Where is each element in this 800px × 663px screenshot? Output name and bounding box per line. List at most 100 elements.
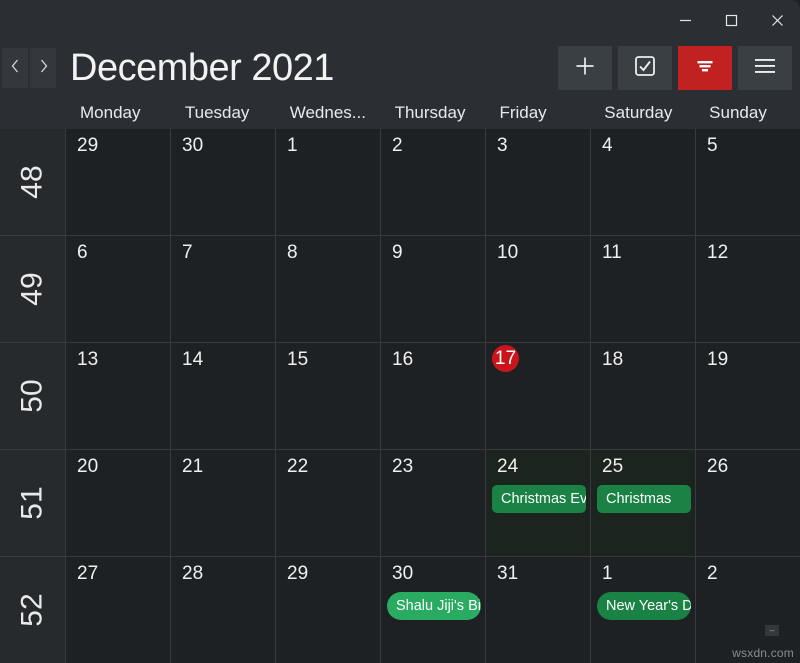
day-number: 9 <box>392 242 403 263</box>
day-cell[interactable]: 6 <box>66 236 171 342</box>
week-number-cell[interactable]: 50 <box>0 343 65 450</box>
chevron-right-icon <box>38 58 49 79</box>
day-cell[interactable]: 19 <box>696 343 800 449</box>
day-cell[interactable]: 18 <box>591 343 696 449</box>
day-cell[interactable]: 12 <box>696 236 800 342</box>
week-row: 29 30 1 2 3 4 5 <box>66 129 800 236</box>
day-cell[interactable]: 10 <box>486 236 591 342</box>
weekday-header-row: Monday Tuesday Wednes... Thursday Friday… <box>0 96 800 129</box>
maximize-icon <box>725 14 738 27</box>
day-cell[interactable]: 28 <box>171 557 276 663</box>
week-number-label: 49 <box>15 272 49 306</box>
event-chip[interactable]: Christmas Ev <box>492 485 586 513</box>
day-events: Shalu Jiji's Bi <box>381 592 485 620</box>
day-number: 30 <box>392 563 414 584</box>
tasks-button[interactable] <box>618 46 672 90</box>
title-bar-drag-area[interactable] <box>0 0 662 40</box>
day-cell[interactable]: 9 <box>381 236 486 342</box>
weekday-header-saturday: Saturday <box>604 102 673 122</box>
day-cell[interactable]: 7 <box>171 236 276 342</box>
day-cell[interactable]: 8 <box>276 236 381 342</box>
day-cell[interactable]: 5 <box>696 129 800 235</box>
day-cell[interactable]: 13 <box>66 343 171 449</box>
day-cell[interactable]: 4 <box>591 129 696 235</box>
day-number: 23 <box>392 456 414 477</box>
month-navigation <box>2 48 58 88</box>
day-cell[interactable]: 21 <box>171 450 276 556</box>
filter-button[interactable] <box>678 46 732 90</box>
day-number: 26 <box>707 456 729 477</box>
event-chip[interactable]: Shalu Jiji's Bi <box>387 592 481 620</box>
day-cell[interactable]: 2 <box>381 129 486 235</box>
menu-button[interactable] <box>738 46 792 90</box>
day-number: 29 <box>77 135 99 156</box>
filter-icon <box>694 55 716 82</box>
day-number: 2 <box>392 135 403 156</box>
day-cell[interactable]: 25 Christmas <box>591 450 696 556</box>
day-number: 15 <box>287 349 309 370</box>
watermark: wsxdn.com <box>732 646 794 660</box>
title-bar <box>0 0 800 40</box>
day-cell[interactable]: 1 <box>276 129 381 235</box>
minimize-icon <box>679 14 692 27</box>
weekday-header-friday: Friday <box>499 102 547 122</box>
day-cell[interactable]: 24 Christmas Ev <box>486 450 591 556</box>
checkbox-icon <box>634 55 656 82</box>
week-number-label: 50 <box>15 379 49 413</box>
day-number: 2 <box>707 563 718 584</box>
day-cell[interactable]: 26 <box>696 450 800 556</box>
chevron-left-icon <box>10 58 21 79</box>
month-title[interactable]: December 2021 <box>70 49 334 87</box>
day-cell[interactable]: 16 <box>381 343 486 449</box>
day-cell[interactable]: 29 <box>66 129 171 235</box>
weekday-header-wednesday: Wednes... <box>289 102 366 122</box>
week-number-label: 51 <box>15 486 49 520</box>
previous-month-button[interactable] <box>2 48 28 88</box>
weekday-header-tuesday: Tuesday <box>184 102 250 122</box>
day-cell[interactable]: 17 <box>486 343 591 449</box>
event-chip[interactable]: Christmas <box>597 485 691 513</box>
add-event-button[interactable] <box>558 46 612 90</box>
day-number: 30 <box>182 135 204 156</box>
day-cell[interactable]: 30 <box>171 129 276 235</box>
day-number: 1 <box>287 135 298 156</box>
next-month-button[interactable] <box>30 48 56 88</box>
week-number-cell[interactable]: 52 <box>0 557 65 663</box>
day-cell[interactable]: 29 <box>276 557 381 663</box>
day-cell[interactable]: 15 <box>276 343 381 449</box>
day-number: 28 <box>182 563 204 584</box>
day-cell[interactable]: 30 Shalu Jiji's Bi <box>381 557 486 663</box>
day-number: 31 <box>497 563 519 584</box>
day-cell[interactable]: 20 <box>66 450 171 556</box>
close-button[interactable] <box>754 0 800 40</box>
day-number: 11 <box>602 242 622 263</box>
day-cell[interactable]: 3 <box>486 129 591 235</box>
day-number: 29 <box>287 563 309 584</box>
day-cell[interactable]: 27 <box>66 557 171 663</box>
week-number-cell[interactable]: 48 <box>0 129 65 236</box>
day-cell[interactable]: 1 New Year's D <box>591 557 696 663</box>
week-rows-container: 29 30 1 2 3 4 5 6 7 8 9 10 11 12 13 14 15 16 17 18 19 20 21 22 2… <box>66 129 800 663</box>
week-row: 20 21 22 23 24 Christmas Ev 25 Christmas 26 <box>66 450 800 557</box>
resize-grip[interactable]: – <box>765 625 779 636</box>
day-number: 14 <box>182 349 204 370</box>
minimize-button[interactable] <box>662 0 708 40</box>
day-number: 6 <box>77 242 88 263</box>
day-cell[interactable]: 14 <box>171 343 276 449</box>
close-icon <box>771 14 784 27</box>
maximize-button[interactable] <box>708 0 754 40</box>
week-number-cell[interactable]: 49 <box>0 236 65 343</box>
hamburger-icon <box>753 56 777 81</box>
plus-icon <box>574 55 596 82</box>
today-date-badge: 17 <box>492 345 519 372</box>
event-chip[interactable]: New Year's D <box>597 592 691 620</box>
day-cell[interactable]: 31 <box>486 557 591 663</box>
day-cell[interactable]: 11 <box>591 236 696 342</box>
day-number: 25 <box>602 456 624 477</box>
day-cell[interactable]: 23 <box>381 450 486 556</box>
day-cell[interactable]: 22 <box>276 450 381 556</box>
day-events: New Year's D <box>591 592 695 620</box>
week-number-cell[interactable]: 51 <box>0 450 65 557</box>
week-row: 27 28 29 30 Shalu Jiji's Bi 31 1 New Year's D 2 <box>66 557 800 663</box>
day-number: 4 <box>602 135 613 156</box>
